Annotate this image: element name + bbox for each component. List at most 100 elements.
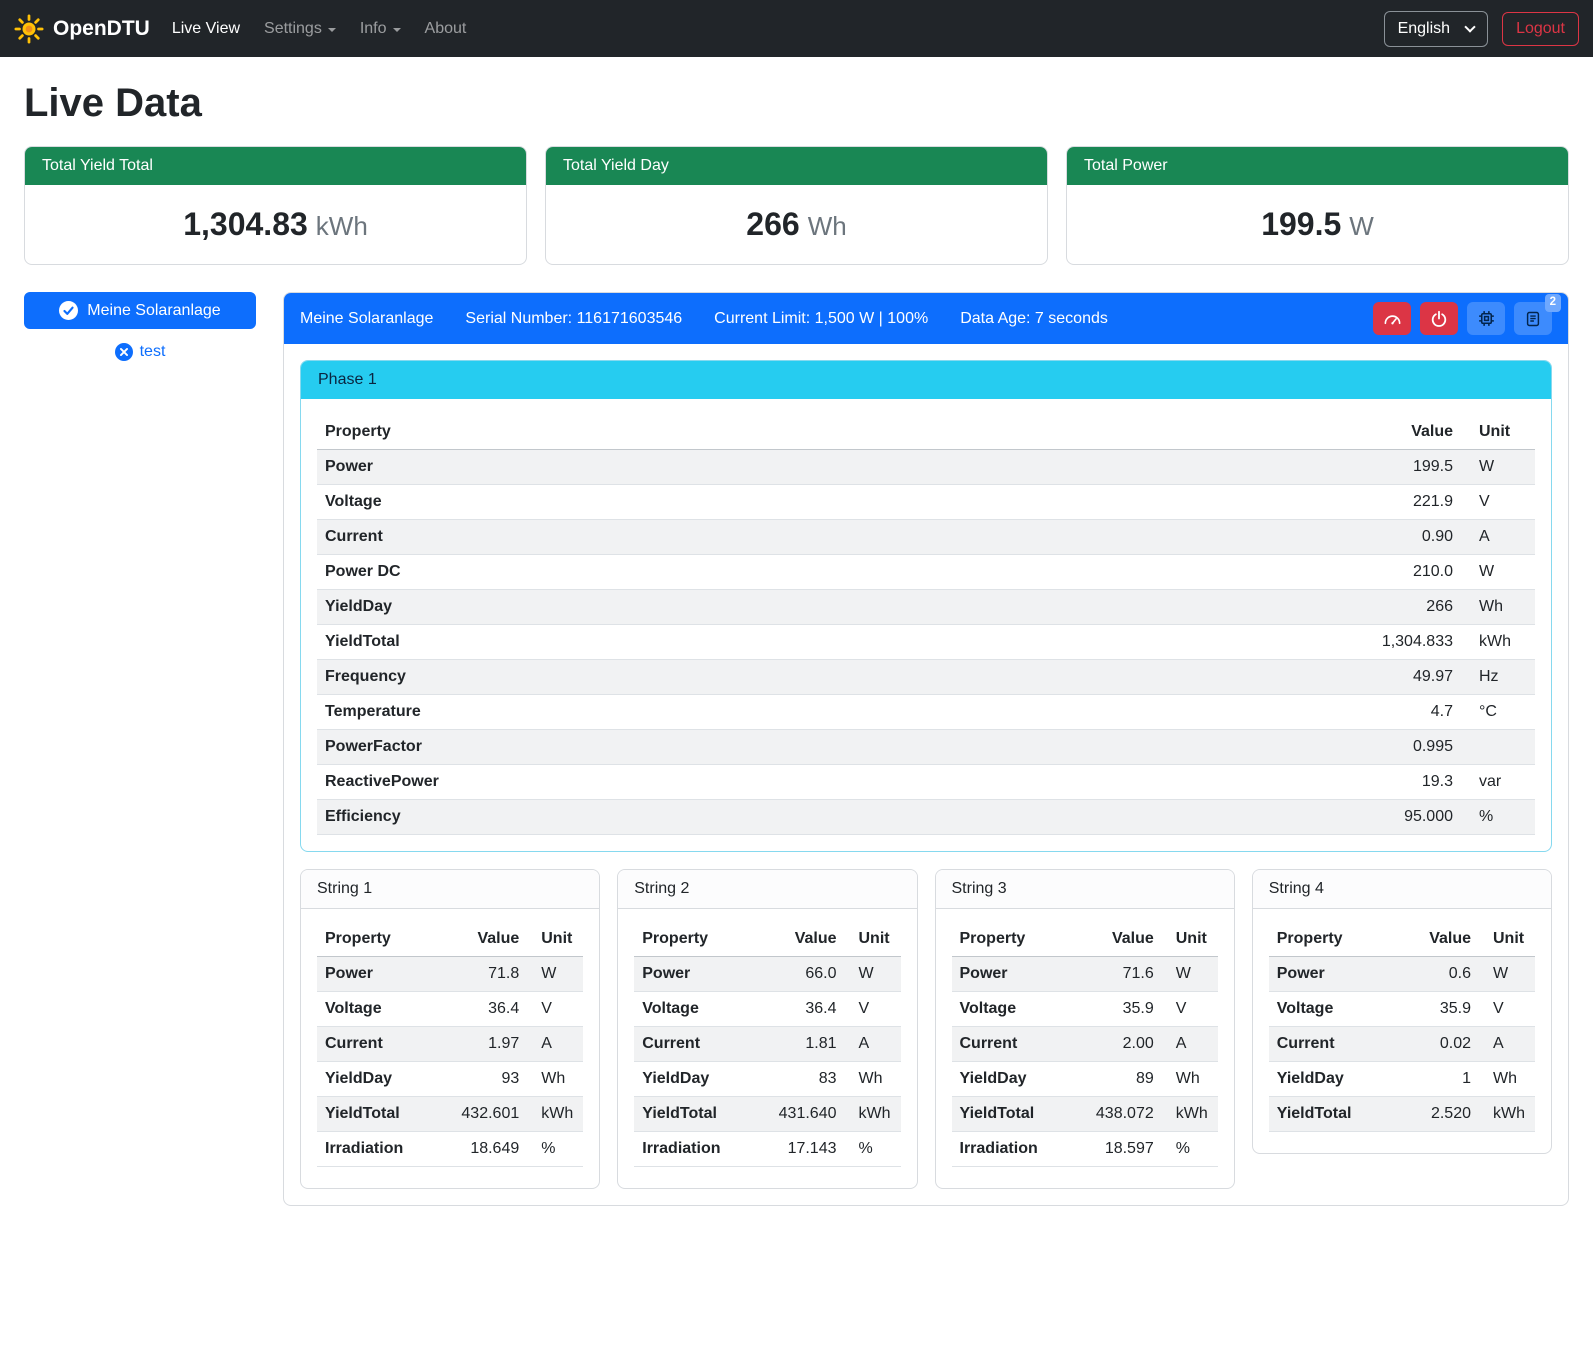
property-value: 199.5 (1341, 450, 1461, 485)
power-icon (1430, 310, 1448, 328)
string-card-title: String 1 (301, 870, 599, 909)
event-log-button[interactable]: 2 (1514, 302, 1552, 335)
column-header-unit: Unit (1162, 922, 1218, 957)
string-card-body: Property Value Unit Power (1253, 909, 1551, 1153)
strings-row: String 1 Property Value Unit (300, 869, 1552, 1189)
property-value: 35.9 (1399, 992, 1479, 1027)
string-2-table: Property Value Unit Power (634, 922, 900, 1167)
property-value: 93 (447, 1062, 527, 1097)
property-unit: W (1461, 555, 1535, 590)
phase-card-body: Property Value Unit Power (301, 399, 1551, 851)
property-unit: kWh (1461, 625, 1535, 660)
brand-label: OpenDTU (53, 17, 150, 41)
property-unit: V (1479, 992, 1535, 1027)
nav-item-info[interactable]: Info (348, 12, 413, 46)
property-unit: V (527, 992, 583, 1027)
property-unit: A (845, 1027, 901, 1062)
table-row: Power 199.5 W (317, 450, 1535, 485)
nav-item-label: About (425, 20, 467, 38)
string-card-body: Property Value Unit Power (618, 909, 916, 1188)
property-value: 0.02 (1399, 1027, 1479, 1062)
total-card-title: Total Power (1067, 147, 1568, 185)
property-unit (1461, 730, 1535, 765)
property-value: 1.81 (765, 1027, 845, 1062)
nav-item-label: Live View (172, 20, 240, 38)
string-2-table-body: Power 66.0 W Voltage 36.4 V (634, 957, 900, 1167)
nav-item-about[interactable]: About (413, 12, 479, 46)
property-name: Power (317, 450, 1341, 485)
column-header-unit: Unit (1461, 415, 1535, 450)
string-2-card: String 2 Property Value Unit (617, 869, 917, 1189)
total-card-title: Total Yield Day (546, 147, 1047, 185)
brand[interactable]: OpenDTU (14, 14, 150, 44)
property-value: 0.995 (1341, 730, 1461, 765)
property-value: 266 (1341, 590, 1461, 625)
table-row: Irradiation 18.649 % (317, 1132, 583, 1167)
logout-button[interactable]: Logout (1502, 12, 1579, 46)
power-control-button[interactable] (1420, 302, 1458, 335)
property-value: 431.640 (765, 1097, 845, 1132)
table-row: YieldTotal 438.072 kWh (952, 1097, 1218, 1132)
caret-down-icon (393, 28, 401, 32)
property-value: 35.9 (1082, 992, 1162, 1027)
property-name: Power DC (317, 555, 1341, 590)
table-row: Voltage 36.4 V (634, 992, 900, 1027)
string-3-card: String 3 Property Value Unit (935, 869, 1235, 1189)
property-unit: W (845, 957, 901, 992)
table-row: Current 2.00 A (952, 1027, 1218, 1062)
nav-item-live-view[interactable]: Live View (160, 12, 252, 46)
language-select[interactable]: English (1384, 11, 1488, 47)
table-row: YieldTotal 2.520 kWh (1269, 1097, 1535, 1132)
event-count-badge: 2 (1545, 294, 1561, 312)
table-row: PowerFactor 0.995 (317, 730, 1535, 765)
check-circle-icon (59, 301, 78, 320)
property-name: Voltage (952, 992, 1082, 1027)
property-unit: A (527, 1027, 583, 1062)
property-value: 71.8 (447, 957, 527, 992)
table-header-row: Property Value Unit (952, 922, 1218, 957)
sun-logo-icon (14, 14, 44, 44)
property-value: 438.072 (1082, 1097, 1162, 1132)
navbar-right: English Logout (1384, 11, 1579, 47)
property-name: YieldDay (634, 1062, 764, 1097)
total-card-body: 199.5W (1067, 185, 1568, 264)
property-name: Power (317, 957, 447, 992)
property-value: 19.3 (1341, 765, 1461, 800)
limit-settings-button[interactable] (1373, 302, 1411, 335)
property-unit: var (1461, 765, 1535, 800)
property-name: Voltage (634, 992, 764, 1027)
property-value: 432.601 (447, 1097, 527, 1132)
column-header-property: Property (952, 922, 1082, 957)
property-unit: Wh (1461, 590, 1535, 625)
phase-card: Phase 1 Property Value Unit (300, 360, 1552, 852)
table-row: Temperature 4.7 °C (317, 695, 1535, 730)
property-name: Irradiation (952, 1132, 1082, 1167)
device-info-button[interactable] (1467, 302, 1505, 335)
property-unit: V (845, 992, 901, 1027)
property-unit: Wh (527, 1062, 583, 1097)
nav-item-settings[interactable]: Settings (252, 12, 348, 46)
table-row: Voltage 221.9 V (317, 485, 1535, 520)
test-link[interactable]: test (24, 343, 256, 361)
property-value: 66.0 (765, 957, 845, 992)
inverter-list: Meine Solaranlage test (24, 292, 256, 361)
property-value: 49.97 (1341, 660, 1461, 695)
property-name: YieldTotal (1269, 1097, 1399, 1132)
column-header-property: Property (317, 922, 447, 957)
table-header-row: Property Value Unit (317, 922, 583, 957)
property-unit: % (1162, 1132, 1218, 1167)
property-unit: W (527, 957, 583, 992)
table-row: Power 71.6 W (952, 957, 1218, 992)
property-unit: kWh (1479, 1097, 1535, 1132)
total-card-body: 1,304.83kWh (25, 185, 526, 264)
gauge-icon (1383, 309, 1402, 328)
table-header-row: Property Value Unit (317, 415, 1535, 450)
property-unit: W (1479, 957, 1535, 992)
table-row: YieldTotal 432.601 kWh (317, 1097, 583, 1132)
property-unit: W (1461, 450, 1535, 485)
table-row: YieldTotal 1,304.833 kWh (317, 625, 1535, 660)
string-1-card: String 1 Property Value Unit (300, 869, 600, 1189)
nav-item-label: Info (360, 20, 387, 38)
inverter-select-button[interactable]: Meine Solaranlage (24, 292, 256, 329)
nav-item-label: Settings (264, 20, 322, 38)
